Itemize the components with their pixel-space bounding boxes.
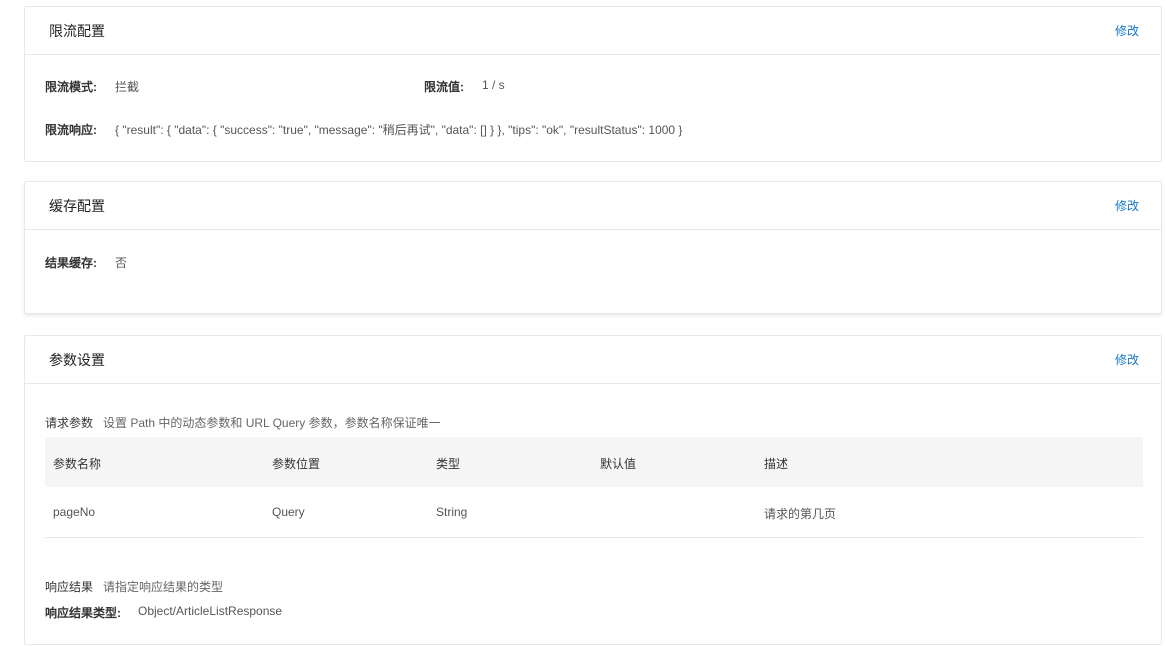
cache-card: 缓存配置 修改 结果缓存: 否 — [24, 181, 1162, 314]
response-result-hint: 请指定响应结果的类型 — [103, 580, 224, 594]
response-type-value: Object/ArticleListResponse — [138, 604, 283, 618]
params-table: 参数名称 参数位置 类型 默认值 描述 pageNo Query String … — [45, 437, 1143, 538]
param-type-cell: String — [436, 505, 468, 519]
result-cache-label: 结果缓存: — [45, 256, 97, 270]
result-cache-value: 否 — [115, 256, 128, 270]
rate-limit-mode-label: 限流模式: — [45, 80, 97, 94]
params-card: 参数设置 修改 请求参数 设置 Path 中的动态参数和 URL Query 参… — [24, 335, 1162, 645]
cache-header: 缓存配置 修改 — [25, 182, 1161, 230]
rate-limit-edit-link[interactable]: 修改 — [1115, 22, 1139, 39]
request-params-hint: 设置 Path 中的动态参数和 URL Query 参数，参数名称保证唯一 — [103, 416, 441, 430]
params-edit-link[interactable]: 修改 — [1115, 351, 1139, 368]
request-params-label: 请求参数 — [45, 416, 94, 430]
param-position-cell: Query — [272, 505, 305, 519]
rate-limit-mode-value: 拦截 — [115, 80, 140, 94]
params-title: 参数设置 — [49, 352, 105, 368]
column-header-type: 类型 — [436, 457, 461, 471]
column-header-name: 参数名称 — [53, 457, 102, 471]
response-type-label: 响应结果类型: — [45, 606, 121, 620]
cache-edit-link[interactable]: 修改 — [1115, 197, 1139, 214]
cache-title: 缓存配置 — [49, 198, 105, 214]
rate-limit-response-label: 限流响应: — [45, 123, 97, 137]
rate-limit-card: 限流配置 修改 限流模式: 拦截 限流值: 1 / s 限流响应: { "res… — [24, 6, 1162, 162]
rate-limit-title: 限流配置 — [49, 23, 105, 39]
rate-limit-value: 1 / s — [482, 78, 505, 92]
response-result-label: 响应结果 — [45, 580, 94, 594]
params-header: 参数设置 修改 — [25, 336, 1161, 384]
column-header-position: 参数位置 — [272, 457, 321, 471]
params-table-header: 参数名称 参数位置 类型 默认值 描述 — [45, 437, 1143, 487]
param-description-cell: 请求的第几页 — [764, 507, 837, 521]
table-row: pageNo Query String 请求的第几页 — [45, 487, 1143, 538]
rate-limit-header: 限流配置 修改 — [25, 7, 1161, 55]
column-header-default: 默认值 — [600, 457, 637, 471]
rate-limit-response-value: { "result": { "data": { "success": "true… — [115, 123, 683, 137]
rate-limit-value-label: 限流值: — [424, 80, 464, 94]
param-name-cell: pageNo — [53, 505, 96, 519]
column-header-description: 描述 — [764, 457, 789, 471]
